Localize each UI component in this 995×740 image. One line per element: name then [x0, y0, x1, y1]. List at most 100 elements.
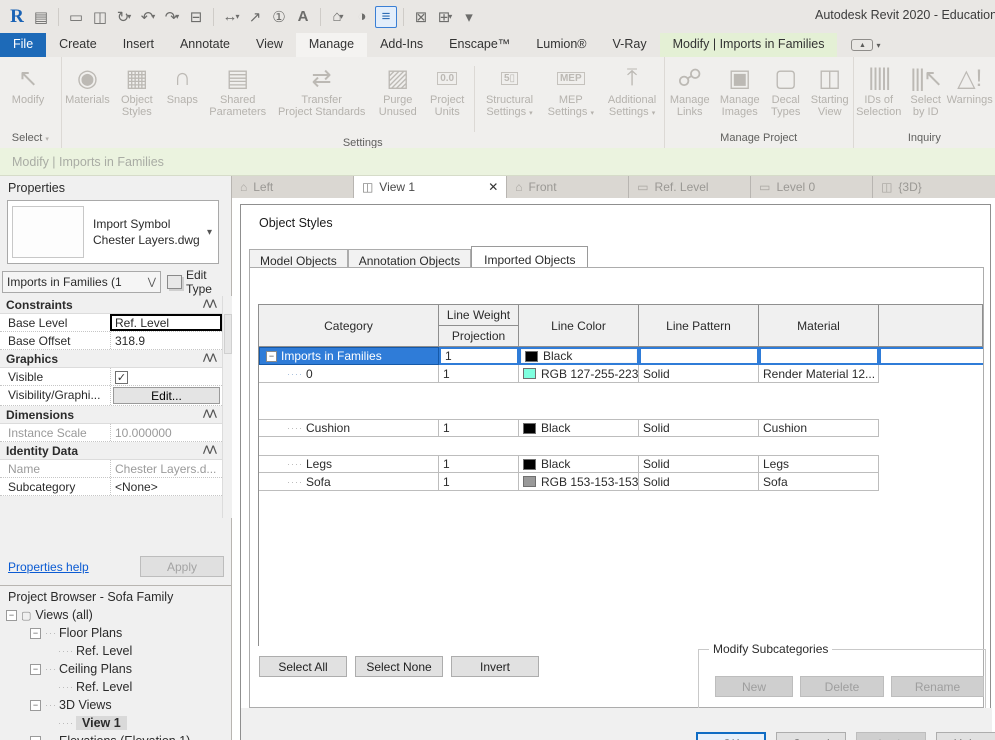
tree-item-elevations[interactable]: − ··· Elevations (Elevation 1): [0, 732, 231, 740]
close-hidden-windows-icon[interactable]: ⊠: [410, 6, 432, 28]
cell-line-weight[interactable]: 1: [439, 455, 519, 473]
invert-button[interactable]: Invert: [451, 656, 539, 677]
tree-item-floor-plans[interactable]: − ··· Floor Plans: [0, 624, 231, 642]
tree-item-views-all[interactable]: − ▢ Views (all): [0, 606, 231, 624]
manage-images-button[interactable]: ▣ Manage Images: [715, 62, 765, 118]
transfer-project-standards-button[interactable]: ⇄ Transfer Project Standards: [271, 62, 372, 118]
cell-line-weight[interactable]: 1: [439, 419, 519, 437]
tab-add-ins[interactable]: Add-Ins: [367, 33, 436, 57]
selected-view-label[interactable]: View 1: [76, 716, 127, 730]
cell-line-pattern[interactable]: [639, 347, 759, 365]
view-tab-3d[interactable]: ◫ {3D}: [873, 176, 995, 198]
tab-create[interactable]: Create: [46, 33, 110, 57]
cell-line-color[interactable]: Black: [519, 419, 639, 437]
mep-settings-button[interactable]: MEP MEP Settings ▾: [541, 62, 600, 120]
column-header-projection[interactable]: Projection: [439, 326, 519, 347]
view-tab-view-1[interactable]: ◫ View 1 ✕: [354, 176, 507, 198]
cell-material[interactable]: Cushion: [759, 419, 879, 437]
cell-line-weight[interactable]: 1: [439, 473, 519, 491]
column-header-category[interactable]: Category: [259, 305, 439, 347]
manage-links-button[interactable]: ☍ Manage Links: [665, 62, 715, 118]
default-3d-view-icon[interactable]: ⌂▾: [327, 6, 349, 28]
collapse-chevron-icon[interactable]: ⋀⋀: [203, 352, 216, 366]
subcategory-value[interactable]: <None>: [110, 478, 222, 495]
cell-material[interactable]: Legs: [759, 455, 879, 473]
new-subcategory-button[interactable]: New: [715, 676, 793, 697]
collapse-box-icon[interactable]: −: [30, 628, 41, 639]
cancel-button[interactable]: Cancel: [776, 732, 846, 740]
decal-types-button[interactable]: ▢ Decal Types: [765, 62, 807, 118]
collapse-box-icon[interactable]: −: [30, 736, 41, 740]
view-tab-left[interactable]: ⌂ Left: [232, 176, 354, 198]
cell-line-pattern[interactable]: Solid: [639, 419, 759, 437]
tag-icon[interactable]: ①: [268, 6, 290, 28]
view-tab-front[interactable]: ⌂ Front: [507, 176, 629, 198]
revit-logo-icon[interactable]: R: [6, 6, 28, 28]
cell-line-weight[interactable]: 1: [439, 365, 519, 383]
properties-help-link[interactable]: Properties help: [8, 560, 89, 574]
tab-insert[interactable]: Insert: [110, 33, 167, 57]
tab-view[interactable]: View: [243, 33, 296, 57]
measure-icon[interactable]: ↔▾: [220, 6, 242, 28]
tree-item-3d-views[interactable]: − ··· 3D Views: [0, 696, 231, 714]
cell-line-weight[interactable]: 1: [439, 347, 519, 365]
rename-subcategory-button[interactable]: Rename: [891, 676, 984, 697]
apply-button[interactable]: Apply: [140, 556, 224, 577]
project-units-button[interactable]: 0.0 Project Units: [423, 62, 470, 118]
cell-line-color[interactable]: Black: [519, 455, 639, 473]
properties-scrollbar[interactable]: [222, 296, 232, 518]
customize-qat-icon[interactable]: ▾: [458, 6, 480, 28]
section-graphics[interactable]: Graphics ⋀⋀: [0, 350, 222, 368]
element-filter-combo[interactable]: Imports in Families (1 ⋁: [2, 271, 161, 293]
column-header-material[interactable]: Material: [759, 305, 879, 347]
redo-icon[interactable]: ↷▾: [161, 6, 183, 28]
warnings-button[interactable]: △! Warnings: [948, 62, 992, 106]
view-tab-ref-level[interactable]: ▭ Ref. Level: [629, 176, 751, 198]
cell-line-pattern[interactable]: Solid: [639, 365, 759, 383]
tab-annotate[interactable]: Annotate: [167, 33, 243, 57]
save-icon[interactable]: ◫: [89, 6, 111, 28]
collapse-box-icon[interactable]: −: [30, 700, 41, 711]
select-none-button[interactable]: Select None: [355, 656, 443, 677]
cell-line-color[interactable]: RGB 153-153-153: [519, 473, 639, 491]
ribbon-collapse-button[interactable]: ▲ ▾: [851, 33, 880, 57]
help-button[interactable]: Help: [936, 732, 995, 740]
select-all-button[interactable]: Select All: [259, 656, 347, 677]
close-tab-icon[interactable]: ✕: [488, 180, 498, 194]
base-offset-value[interactable]: 318.9: [110, 332, 222, 349]
starting-view-button[interactable]: ◫ Starting View: [807, 62, 853, 118]
cell-material[interactable]: [759, 347, 879, 365]
type-selector[interactable]: Import Symbol Chester Layers.dwg ▾: [7, 200, 219, 264]
section-icon[interactable]: ◑: [351, 6, 373, 28]
cell-line-pattern[interactable]: Solid: [639, 455, 759, 473]
ok-button[interactable]: OK: [696, 732, 766, 740]
visibility-edit-button[interactable]: Edit...: [113, 387, 220, 404]
tab-modify-context[interactable]: Modify | Imports in Families: [660, 33, 838, 57]
cell-material[interactable]: Sofa: [759, 473, 879, 491]
collapse-box-icon[interactable]: −: [266, 351, 277, 362]
column-header-line-color[interactable]: Line Color: [519, 305, 639, 347]
tree-item-view-1[interactable]: ···· View 1: [0, 714, 231, 732]
tab-enscape[interactable]: Enscape™: [436, 33, 523, 57]
delete-subcategory-button[interactable]: Delete: [800, 676, 884, 697]
tree-item-ceiling-plans[interactable]: − ··· Ceiling Plans: [0, 660, 231, 678]
sync-icon[interactable]: ↻▾: [113, 6, 135, 28]
ids-of-selection-button[interactable]: ||||| IDs of Selection: [854, 62, 904, 118]
thin-lines-icon[interactable]: ≡: [375, 6, 397, 28]
cell-line-pattern[interactable]: Solid: [639, 473, 759, 491]
structural-settings-button[interactable]: 5▯ Structural Settings ▾: [478, 62, 541, 120]
print-icon[interactable]: ⊟: [185, 6, 207, 28]
column-header-line-pattern[interactable]: Line Pattern: [639, 305, 759, 347]
panel-label-select[interactable]: Select ▾: [0, 131, 61, 148]
section-dimensions[interactable]: Dimensions ⋀⋀: [0, 406, 222, 424]
tab-lumion[interactable]: Lumion®: [523, 33, 599, 57]
cell-line-color[interactable]: Black: [519, 347, 639, 365]
select-by-id-button[interactable]: |||↖ Select by ID: [904, 62, 948, 118]
modify-button[interactable]: ↖ Modify: [0, 62, 56, 106]
aligned-dimension-icon[interactable]: ↗: [244, 6, 266, 28]
section-constraints[interactable]: Constraints ⋀⋀: [0, 296, 222, 314]
collapse-chevron-icon[interactable]: ⋀⋀: [203, 444, 216, 458]
tab-manage[interactable]: Manage: [296, 33, 367, 57]
tree-item-ref-level-ceiling[interactable]: ···· Ref. Level: [0, 678, 231, 696]
edit-type-button[interactable]: Edit Type: [167, 268, 232, 296]
